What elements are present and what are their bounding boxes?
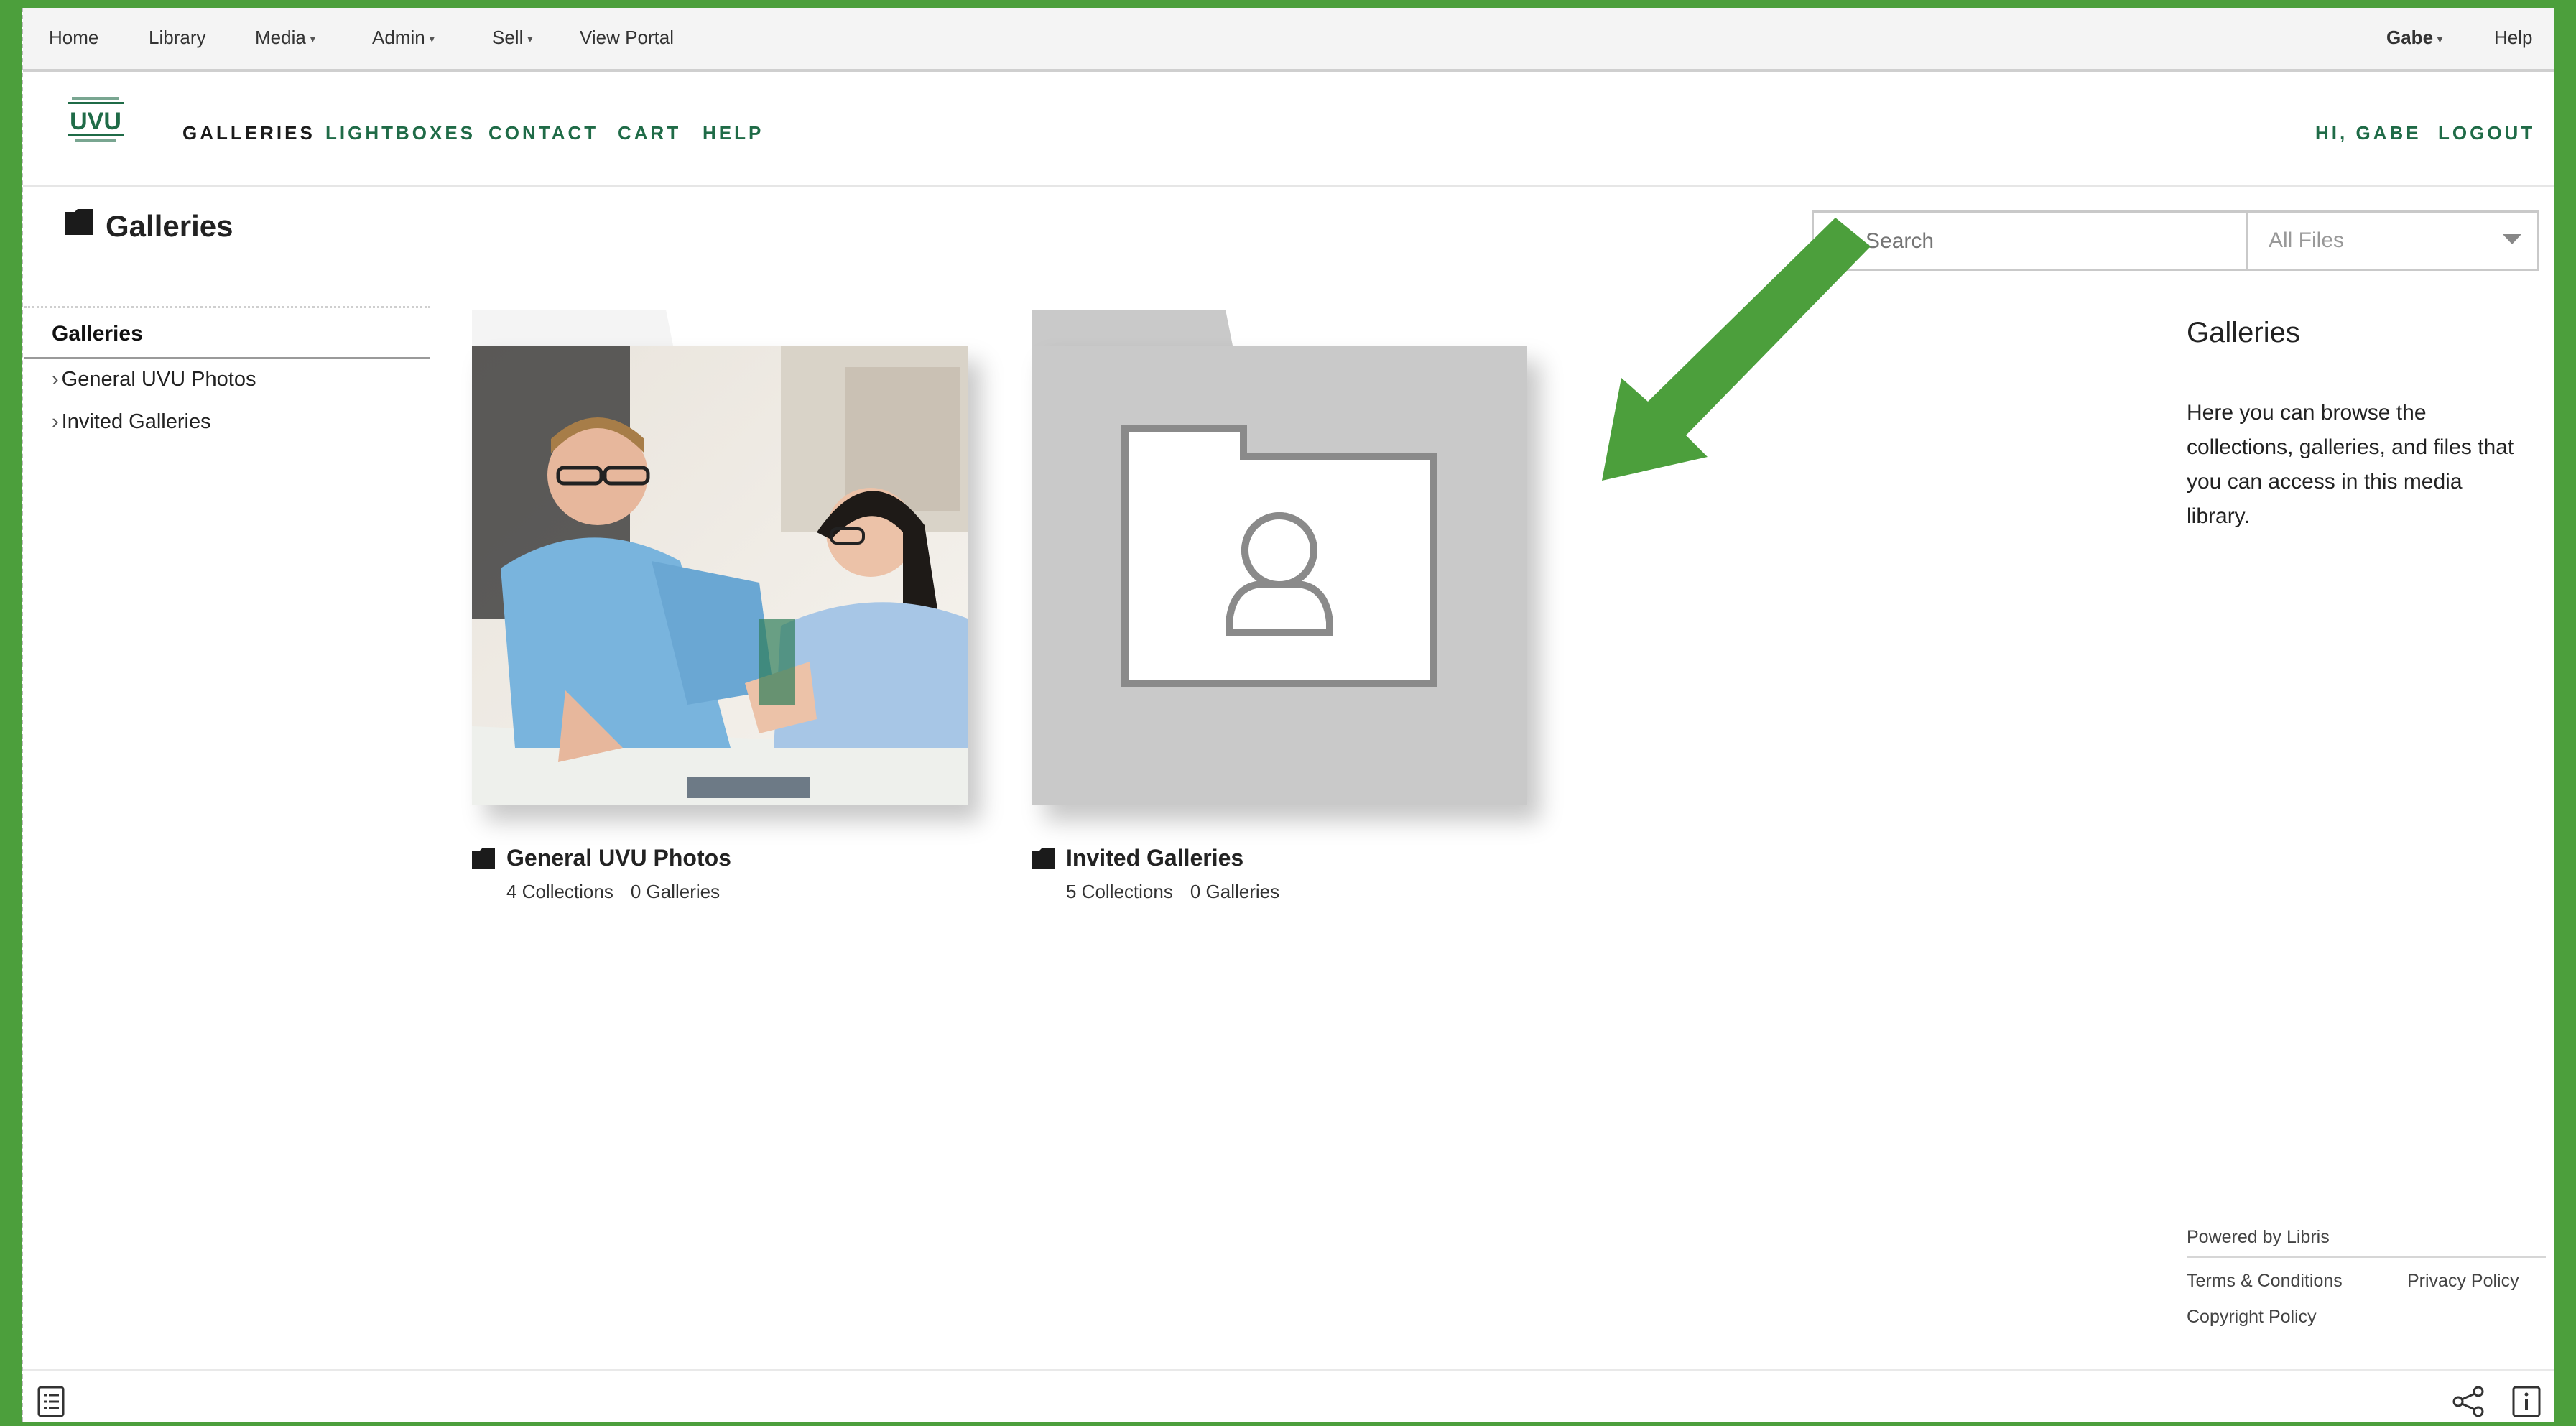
powered-by: Powered by Libris: [2187, 1227, 2330, 1247]
nav-help[interactable]: HELP: [703, 122, 764, 144]
gallery-card-meta: 5 Collections 0 Galleries: [1066, 881, 1279, 903]
folder-icon: [472, 848, 495, 872]
collections-count: 4 Collections: [506, 881, 613, 902]
gallery-card-title[interactable]: General UVU Photos: [506, 845, 731, 871]
search-box: All Files: [1812, 210, 2539, 271]
gallery-card-title[interactable]: Invited Galleries: [1066, 845, 1243, 871]
logo-text: UVU: [70, 108, 121, 135]
chevron-right-icon: ›: [52, 368, 59, 391]
chevron-down-icon: ▾: [429, 32, 435, 45]
chevron-right-icon: ›: [52, 410, 59, 433]
page-title: Galleries: [106, 209, 233, 243]
list-icon[interactable]: [37, 1386, 65, 1421]
admin-nav-home[interactable]: Home: [49, 27, 98, 49]
collections-count: 5 Collections: [1066, 881, 1173, 902]
footer-divider: [2187, 1256, 2546, 1258]
nav-contact[interactable]: CONTACT: [488, 122, 598, 144]
sidebar-item-label: Invited Galleries: [61, 410, 211, 433]
copyright-link[interactable]: Copyright Policy: [2187, 1307, 2317, 1328]
admin-nav-view-portal[interactable]: View Portal: [580, 27, 674, 49]
sidebar-divider: [24, 306, 430, 308]
nav-lightboxes[interactable]: LIGHTBOXES: [325, 122, 476, 144]
admin-nav-admin-label: Admin: [372, 27, 425, 48]
privacy-link[interactable]: Privacy Policy: [2407, 1271, 2519, 1292]
uvu-logo[interactable]: UVU: [66, 96, 125, 147]
sidebar-underline: [24, 357, 430, 359]
chevron-down-icon: ▾: [2437, 32, 2443, 45]
admin-nav-media-label: Media: [255, 27, 306, 48]
search-input[interactable]: [1864, 213, 2241, 270]
admin-nav-library[interactable]: Library: [149, 27, 205, 49]
user-menu[interactable]: Gabe ▾: [2386, 27, 2442, 49]
sidebar-item-invited-galleries[interactable]: › Invited Galleries: [52, 410, 211, 434]
sidebar-heading[interactable]: Galleries: [52, 322, 143, 346]
admin-nav-sell[interactable]: Sell ▾: [492, 27, 532, 49]
sidebar-item-label: General UVU Photos: [61, 368, 256, 391]
browser-page: Home Library Media ▾ Admin ▾ Sell ▾ View Po…: [22, 8, 2554, 1422]
galleries-count: 0 Galleries: [1190, 881, 1280, 902]
admin-nav-media[interactable]: Media ▾: [255, 27, 315, 49]
terms-link[interactable]: Terms & Conditions: [2187, 1271, 2343, 1292]
file-type-select[interactable]: All Files: [2246, 213, 2537, 269]
sidebar-item-general-uvu-photos[interactable]: › General UVU Photos: [52, 368, 256, 392]
admin-bar: Home Library Media ▾ Admin ▾ Sell ▾ View Po…: [23, 8, 2554, 72]
admin-nav-admin[interactable]: Admin ▾: [372, 27, 435, 49]
folder-icon: [1032, 848, 1055, 872]
share-icon[interactable]: [2451, 1386, 2485, 1421]
info-panel-body: Here you can browse the collections, gal…: [2187, 401, 2514, 528]
nav-galleries[interactable]: GALLERIES: [182, 122, 315, 144]
info-panel-title: Galleries: [2187, 317, 2300, 348]
annotation-arrow-icon: [1596, 216, 1884, 489]
bottom-toolbar: [23, 1369, 2554, 1422]
file-type-select-value: All Files: [2269, 228, 2345, 252]
gallery-card-meta: 4 Collections 0 Galleries: [506, 881, 720, 903]
admin-nav-sell-label: Sell: [492, 27, 524, 48]
chevron-down-icon: ▾: [527, 32, 533, 45]
chevron-down-icon: [2503, 234, 2521, 249]
admin-help-link[interactable]: Help: [2494, 27, 2532, 49]
user-menu-label: Gabe: [2386, 27, 2434, 48]
chevron-down-icon: ▾: [310, 32, 315, 45]
gallery-thumbnail-photo[interactable]: [472, 346, 968, 805]
site-nav: UVU GALLERIES LIGHTBOXES CONTACT CART HE…: [23, 72, 2554, 187]
nav-cart[interactable]: CART: [618, 122, 681, 144]
logout-link[interactable]: LOGOUT: [2438, 122, 2535, 144]
gallery-placeholder-thumbnail[interactable]: [1032, 346, 1527, 805]
galleries-count: 0 Galleries: [630, 881, 721, 902]
folder-icon: [65, 209, 93, 239]
info-icon[interactable]: [2512, 1386, 2541, 1421]
greeting: HI, GABE: [2315, 122, 2422, 144]
